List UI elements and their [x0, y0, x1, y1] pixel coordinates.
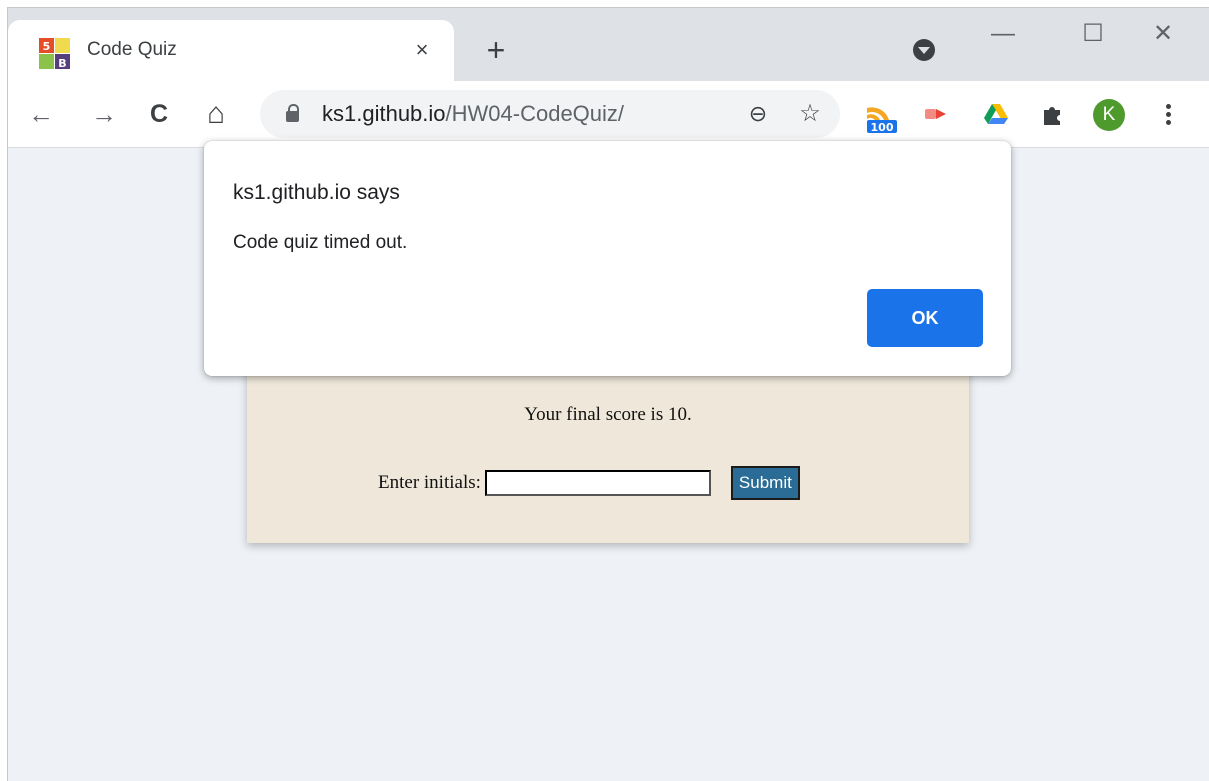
initials-input[interactable] [484, 470, 711, 496]
bookmark-star-icon[interactable]: ☆ [796, 100, 824, 128]
close-window-button[interactable]: ✕ [1143, 16, 1183, 52]
zoom-out-icon[interactable]: ⊖ [744, 100, 772, 128]
home-icon[interactable]: ⌂ [201, 99, 231, 129]
new-tab-icon[interactable]: + [481, 34, 511, 66]
ok-button[interactable]: OK [867, 289, 983, 347]
initials-label: Enter initials: [378, 472, 481, 493]
alert-dialog: ks1.github.io says Code quiz timed out. … [204, 141, 1011, 376]
rss-badge-count: 100 [871, 121, 894, 134]
svg-text:5: 5 [43, 40, 51, 53]
rss-feed-extension-icon[interactable]: 100 [863, 98, 899, 134]
profile-avatar[interactable]: K [1093, 99, 1125, 131]
screencast-extension-icon[interactable] [923, 101, 949, 127]
address-bar[interactable]: ks1.github.io/HW04-CodeQuiz/ ⊖ ☆ [260, 90, 840, 138]
dialog-title: ks1.github.io says [233, 181, 400, 204]
url-host: ks1.github.io [322, 101, 446, 126]
google-drive-icon[interactable] [983, 101, 1009, 127]
lock-icon[interactable] [286, 104, 299, 122]
tab-search-icon[interactable] [913, 39, 935, 61]
browser-window: 5 B Code Quiz × + — ☐ ✕ ← → C ⌂ ks1.gith… [8, 8, 1209, 781]
final-score-text: Your final score is 10. [524, 404, 692, 425]
tab-strip: 5 B Code Quiz × + — ☐ ✕ [8, 8, 1209, 81]
quiz-result-card: Your final score is 10. Enter initials: … [247, 348, 969, 543]
reload-icon[interactable]: C [144, 99, 174, 129]
tab-code-quiz[interactable]: 5 B Code Quiz × [8, 20, 454, 81]
extensions-puzzle-icon[interactable] [1040, 101, 1066, 127]
submit-button[interactable]: Submit [730, 466, 800, 500]
url-path: /HW04-CodeQuiz/ [445, 101, 625, 126]
minimize-button[interactable]: — [983, 16, 1023, 52]
url-text[interactable]: ks1.github.io/HW04-CodeQuiz/ [322, 101, 624, 127]
dialog-message: Code quiz timed out. [233, 232, 408, 253]
tab-close-icon[interactable]: × [408, 36, 436, 64]
back-arrow-icon[interactable]: ← [26, 99, 56, 129]
html5-js-favicon-icon: 5 B [39, 38, 70, 70]
tab-title: Code Quiz [87, 39, 177, 60]
forward-arrow-icon[interactable]: → [89, 99, 119, 129]
browser-toolbar: ← → C ⌂ ks1.github.io/HW04-CodeQuiz/ ⊖ ☆… [8, 81, 1209, 148]
initials-form: Enter initials: Submit [378, 466, 800, 500]
menu-dots-icon[interactable] [1158, 101, 1178, 129]
svg-text:B: B [58, 57, 66, 70]
maximize-button[interactable]: ☐ [1073, 16, 1113, 52]
